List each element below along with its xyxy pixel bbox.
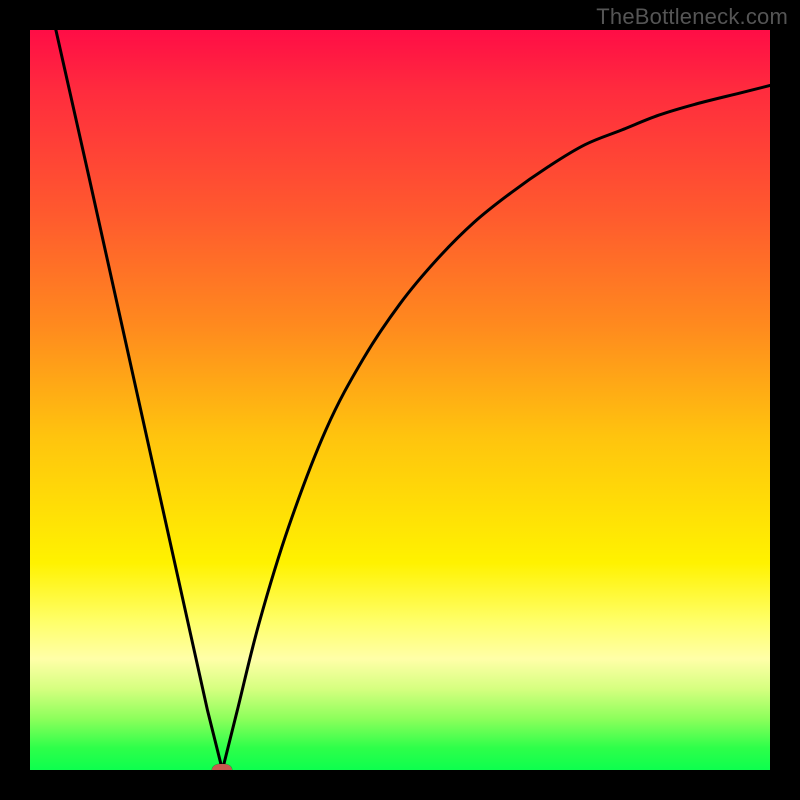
bottleneck-curve bbox=[56, 30, 770, 770]
plot-area bbox=[30, 30, 770, 770]
minimum-marker-icon bbox=[212, 764, 232, 770]
chart-frame: TheBottleneck.com bbox=[0, 0, 800, 800]
watermark-text: TheBottleneck.com bbox=[596, 4, 788, 30]
curve-svg bbox=[30, 30, 770, 770]
